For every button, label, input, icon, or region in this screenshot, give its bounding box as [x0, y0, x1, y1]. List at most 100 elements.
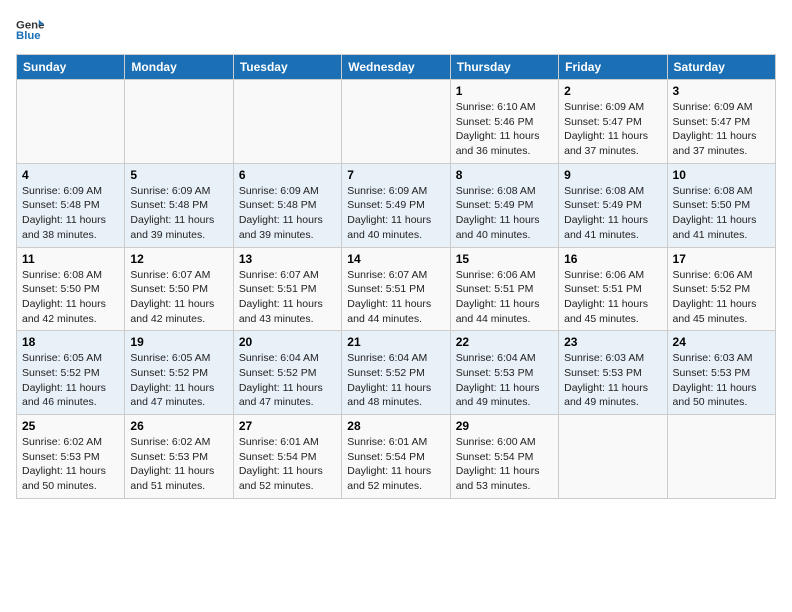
- day-info: Sunrise: 6:07 AMSunset: 5:51 PMDaylight:…: [347, 268, 444, 327]
- calendar-cell: 4Sunrise: 6:09 AMSunset: 5:48 PMDaylight…: [17, 163, 125, 247]
- day-info: Sunrise: 6:09 AMSunset: 5:47 PMDaylight:…: [673, 100, 770, 159]
- weekday-header-thursday: Thursday: [450, 55, 558, 80]
- day-info: Sunrise: 6:05 AMSunset: 5:52 PMDaylight:…: [130, 351, 227, 410]
- day-number: 2: [564, 84, 661, 98]
- day-number: 4: [22, 168, 119, 182]
- weekday-header-wednesday: Wednesday: [342, 55, 450, 80]
- calendar-week-4: 18 Sunrise: 6:05 AMSunset: 5:52 PMDayligh…: [17, 331, 776, 415]
- calendar-cell: 23 Sunrise: 6:03 AMSunset: 5:53 PMDayligh…: [559, 331, 667, 415]
- calendar-cell: 15 Sunrise: 6:06 AMSunset: 5:51 PMDayligh…: [450, 247, 558, 331]
- day-number: 5: [130, 168, 227, 182]
- logo-icon: General Blue: [16, 16, 44, 44]
- calendar-cell: 11 Sunrise: 6:08 AMSunset: 5:50 PMDayligh…: [17, 247, 125, 331]
- day-number: 25: [22, 419, 119, 433]
- day-number: 1: [456, 84, 553, 98]
- day-number: 20: [239, 335, 336, 349]
- calendar-cell: 29 Sunrise: 6:00 AMSunset: 5:54 PMDayligh…: [450, 415, 558, 499]
- day-number: 17: [673, 252, 770, 266]
- calendar-cell: 8 Sunrise: 6:08 AMSunset: 5:49 PMDaylight…: [450, 163, 558, 247]
- calendar-cell: 28 Sunrise: 6:01 AMSunset: 5:54 PMDayligh…: [342, 415, 450, 499]
- day-info: Sunrise: 6:08 AMSunset: 5:49 PMDaylight:…: [564, 184, 661, 243]
- day-info: Sunrise: 6:04 AMSunset: 5:52 PMDaylight:…: [347, 351, 444, 410]
- day-info: Sunrise: 6:08 AMSunset: 5:50 PMDaylight:…: [22, 268, 119, 327]
- day-info: Sunrise: 6:01 AMSunset: 5:54 PMDaylight:…: [347, 435, 444, 494]
- day-number: 16: [564, 252, 661, 266]
- weekday-header-saturday: Saturday: [667, 55, 775, 80]
- day-number: 29: [456, 419, 553, 433]
- calendar-cell: 1 Sunrise: 6:10 AMSunset: 5:46 PMDaylight…: [450, 80, 558, 164]
- day-number: 6: [239, 168, 336, 182]
- weekday-header-friday: Friday: [559, 55, 667, 80]
- day-number: 26: [130, 419, 227, 433]
- page-header: General Blue: [16, 16, 776, 44]
- day-info: Sunrise: 6:03 AMSunset: 5:53 PMDaylight:…: [673, 351, 770, 410]
- calendar-cell: 10 Sunrise: 6:08 AMSunset: 5:50 PMDayligh…: [667, 163, 775, 247]
- day-number: 22: [456, 335, 553, 349]
- calendar-cell: [342, 80, 450, 164]
- day-number: 9: [564, 168, 661, 182]
- calendar-cell: 21 Sunrise: 6:04 AMSunset: 5:52 PMDayligh…: [342, 331, 450, 415]
- day-number: 10: [673, 168, 770, 182]
- day-info: Sunrise: 6:05 AMSunset: 5:52 PMDaylight:…: [22, 351, 119, 410]
- calendar-cell: 6 Sunrise: 6:09 AMSunset: 5:48 PMDaylight…: [233, 163, 341, 247]
- calendar-cell: [17, 80, 125, 164]
- day-info: Sunrise: 6:10 AMSunset: 5:46 PMDaylight:…: [456, 100, 553, 159]
- day-number: 8: [456, 168, 553, 182]
- day-info: Sunrise: 6:01 AMSunset: 5:54 PMDaylight:…: [239, 435, 336, 494]
- calendar-cell: 26 Sunrise: 6:02 AMSunset: 5:53 PMDayligh…: [125, 415, 233, 499]
- day-info: Sunrise: 6:04 AMSunset: 5:53 PMDaylight:…: [456, 351, 553, 410]
- day-info: Sunrise: 6:06 AMSunset: 5:52 PMDaylight:…: [673, 268, 770, 327]
- calendar-cell: 20 Sunrise: 6:04 AMSunset: 5:52 PMDayligh…: [233, 331, 341, 415]
- calendar-cell: 25 Sunrise: 6:02 AMSunset: 5:53 PMDayligh…: [17, 415, 125, 499]
- calendar-cell: 13 Sunrise: 6:07 AMSunset: 5:51 PMDayligh…: [233, 247, 341, 331]
- day-info: Sunrise: 6:09 AMSunset: 5:48 PMDaylight:…: [239, 184, 336, 243]
- day-info: Sunrise: 6:02 AMSunset: 5:53 PMDaylight:…: [130, 435, 227, 494]
- calendar-week-1: 1 Sunrise: 6:10 AMSunset: 5:46 PMDaylight…: [17, 80, 776, 164]
- calendar-cell: 2 Sunrise: 6:09 AMSunset: 5:47 PMDaylight…: [559, 80, 667, 164]
- svg-text:Blue: Blue: [16, 30, 41, 42]
- weekday-header-tuesday: Tuesday: [233, 55, 341, 80]
- calendar-cell: 27 Sunrise: 6:01 AMSunset: 5:54 PMDayligh…: [233, 415, 341, 499]
- day-info: Sunrise: 6:08 AMSunset: 5:50 PMDaylight:…: [673, 184, 770, 243]
- day-number: 15: [456, 252, 553, 266]
- calendar-cell: 22 Sunrise: 6:04 AMSunset: 5:53 PMDayligh…: [450, 331, 558, 415]
- day-number: 11: [22, 252, 119, 266]
- calendar-cell: [559, 415, 667, 499]
- calendar-week-2: 4 Sunrise: 6:09 AMSunset: 5:48 PMDaylight…: [17, 163, 776, 247]
- day-info: Sunrise: 6:06 AMSunset: 5:51 PMDaylight:…: [564, 268, 661, 327]
- day-info: Sunrise: 6:06 AMSunset: 5:51 PMDaylight:…: [456, 268, 553, 327]
- calendar-cell: 5 Sunrise: 6:09 AMSunset: 5:48 PMDaylight…: [125, 163, 233, 247]
- day-info: Sunrise: 6:04 AMSunset: 5:52 PMDaylight:…: [239, 351, 336, 410]
- day-number: 23: [564, 335, 661, 349]
- day-number: 3: [673, 84, 770, 98]
- day-info: Sunrise: 6:08 AMSunset: 5:49 PMDaylight:…: [456, 184, 553, 243]
- day-info: Sunrise: 6:09 AMSunset: 5:47 PMDaylight:…: [564, 100, 661, 159]
- calendar-cell: 7 Sunrise: 6:09 AMSunset: 5:49 PMDaylight…: [342, 163, 450, 247]
- day-number: 7: [347, 168, 444, 182]
- day-number: 12: [130, 252, 227, 266]
- day-info: Sunrise: 6:09 AMSunset: 5:48 PMDaylight:…: [130, 184, 227, 243]
- day-info: Sunrise: 6:00 AMSunset: 5:54 PMDaylight:…: [456, 435, 553, 494]
- calendar-cell: [233, 80, 341, 164]
- day-number: 27: [239, 419, 336, 433]
- calendar-cell: 18 Sunrise: 6:05 AMSunset: 5:52 PMDayligh…: [17, 331, 125, 415]
- day-info: Sunrise: 6:07 AMSunset: 5:50 PMDaylight:…: [130, 268, 227, 327]
- day-number: 19: [130, 335, 227, 349]
- day-number: 28: [347, 419, 444, 433]
- weekday-header-sunday: Sunday: [17, 55, 125, 80]
- logo: General Blue: [16, 16, 44, 44]
- calendar-cell: [667, 415, 775, 499]
- calendar-cell: 12 Sunrise: 6:07 AMSunset: 5:50 PMDayligh…: [125, 247, 233, 331]
- day-info: Sunrise: 6:07 AMSunset: 5:51 PMDaylight:…: [239, 268, 336, 327]
- day-info: Sunrise: 6:02 AMSunset: 5:53 PMDaylight:…: [22, 435, 119, 494]
- calendar-cell: 17 Sunrise: 6:06 AMSunset: 5:52 PMDayligh…: [667, 247, 775, 331]
- calendar-cell: [125, 80, 233, 164]
- day-number: 18: [22, 335, 119, 349]
- calendar-cell: 16 Sunrise: 6:06 AMSunset: 5:51 PMDayligh…: [559, 247, 667, 331]
- day-number: 13: [239, 252, 336, 266]
- day-number: 21: [347, 335, 444, 349]
- calendar-table: SundayMondayTuesdayWednesdayThursdayFrid…: [16, 54, 776, 499]
- day-info: Sunrise: 6:03 AMSunset: 5:53 PMDaylight:…: [564, 351, 661, 410]
- day-info: Sunrise: 6:09 AMSunset: 5:49 PMDaylight:…: [347, 184, 444, 243]
- calendar-cell: 24Sunrise: 6:03 AMSunset: 5:53 PMDayligh…: [667, 331, 775, 415]
